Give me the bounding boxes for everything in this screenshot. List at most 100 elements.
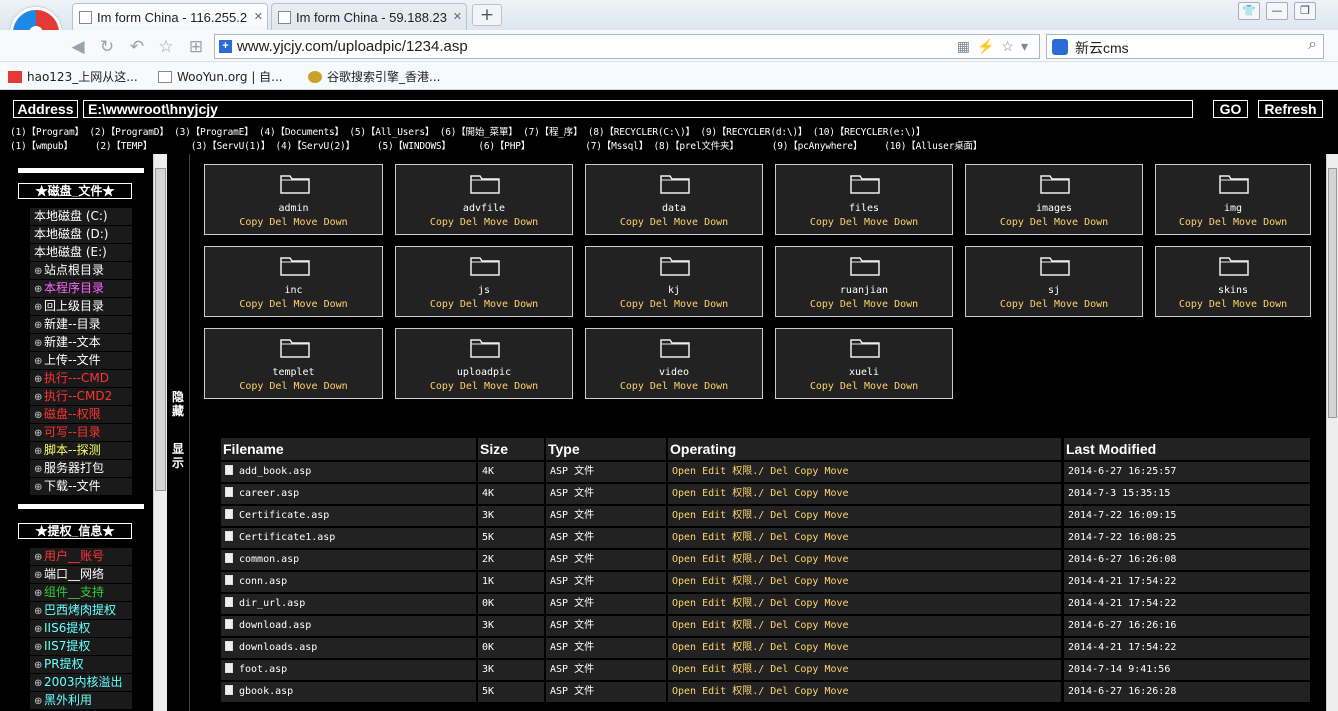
table-row[interactable]: Certificate.asp 3K ASP 文件 Open Edit 权限./ De… <box>221 506 1311 526</box>
sidebar-item[interactable]: ⊕ 用户__账号 <box>30 548 132 565</box>
sidebar-item[interactable]: ⊕ 服务器打包 <box>30 460 132 477</box>
minimize-icon[interactable]: — <box>1266 2 1288 20</box>
folder-name[interactable]: kj <box>586 285 762 296</box>
go-button[interactable]: GO <box>1213 100 1248 118</box>
folder-tile[interactable]: templet Copy Del Move Down <box>204 328 383 399</box>
file-operations[interactable]: Open Edit 权限./ Del Copy Move <box>668 616 1061 636</box>
table-row[interactable]: Certificate1.asp 5K ASP 文件 Open Edit 权限./ D… <box>221 528 1311 548</box>
table-row[interactable]: foot.asp 3K ASP 文件 Open Edit 权限./ Del Copy … <box>221 660 1311 680</box>
sidebar-item[interactable]: ⊕ 执行--CMD2 <box>30 388 132 405</box>
file-name-cell[interactable]: downloads.asp <box>221 638 476 658</box>
folder-tile[interactable]: data Copy Del Move Down <box>585 164 763 235</box>
table-row[interactable]: common.asp 2K ASP 文件 Open Edit 权限./ Del Cop… <box>221 550 1311 570</box>
file-name[interactable]: downloads.asp <box>239 642 317 653</box>
table-row[interactable]: downloads.asp 0K ASP 文件 Open Edit 权限./ Del … <box>221 638 1311 658</box>
sidebar-item[interactable]: ⊕ 脚本--探测 <box>30 442 132 459</box>
file-operations[interactable]: Open Edit 权限./ Del Copy Move <box>668 484 1061 504</box>
hide-sidebar-toggle[interactable]: 隐藏 <box>170 390 186 418</box>
sidebar-item[interactable]: ⊕ 端口__网络 <box>30 566 132 583</box>
file-name-cell[interactable]: Certificate1.asp <box>221 528 476 548</box>
folder-actions[interactable]: Copy Del Move Down <box>776 299 952 310</box>
folder-actions[interactable]: Copy Del Move Down <box>966 299 1142 310</box>
folder-tile[interactable]: advfile Copy Del Move Down <box>395 164 573 235</box>
bookmark-wooyun[interactable]: WooYun.org | 自... <box>158 68 283 85</box>
file-operations[interactable]: Open Edit 权限./ Del Copy Move <box>668 462 1061 482</box>
sidebar-item[interactable]: ⊕ 回上级目录 <box>30 298 132 315</box>
refresh-button[interactable]: Refresh <box>1258 100 1323 118</box>
table-row[interactable]: career.asp 4K ASP 文件 Open Edit 权限./ Del Cop… <box>221 484 1311 504</box>
sidebar-item[interactable]: ⊕ IIS6提权 <box>30 620 132 637</box>
file-operations[interactable]: Open Edit 权限./ Del Copy Move <box>668 660 1061 680</box>
search-box[interactable]: 新云cms ⌕ <box>1046 34 1324 59</box>
quick-links-row-2[interactable]: (1)【wmpub】 (2)【TEMP】 (3)【ServU(1)】 (4)【S… <box>10 138 982 152</box>
sidebar-item[interactable]: ⊕ 磁盘--权限 <box>30 406 132 423</box>
folder-name[interactable]: data <box>586 203 762 214</box>
folder-name[interactable]: xueli <box>776 367 952 378</box>
folder-actions[interactable]: Copy Del Move Down <box>776 381 952 392</box>
file-name[interactable]: add_book.asp <box>239 466 311 477</box>
skin-icon[interactable]: 👕 <box>1238 2 1260 20</box>
folder-actions[interactable]: Copy Del Move Down <box>1156 217 1310 228</box>
folder-name[interactable]: uploadpic <box>396 367 572 378</box>
sidebar-disk-item[interactable]: 本地磁盘 (D:) <box>30 226 132 243</box>
folder-tile[interactable]: img Copy Del Move Down <box>1155 164 1311 235</box>
scrollbar-thumb[interactable] <box>155 168 166 491</box>
sidebar-item[interactable]: ⊕ 上传--文件 <box>30 352 132 369</box>
path-input[interactable]: E:\wwwroot\hnyjcjy <box>83 100 1193 118</box>
sidebar-disk-item[interactable]: 本地磁盘 (E:) <box>30 244 132 261</box>
address-bar[interactable]: + www.yjcjy.com/uploadpic/1234.asp ▦⚡☆▾ <box>214 34 1040 59</box>
folder-name[interactable]: files <box>776 203 952 214</box>
sidebar-item[interactable]: ⊕ 站点根目录 <box>30 262 132 279</box>
new-tab-button[interactable]: + <box>472 4 502 26</box>
sidebar-item[interactable]: ⊕ 2003内核溢出 <box>30 674 132 691</box>
sidebar-item[interactable]: ⊕ 新建--文本 <box>30 334 132 351</box>
sidebar-scrollbar[interactable] <box>153 154 167 711</box>
folder-actions[interactable]: Copy Del Move Down <box>586 381 762 392</box>
folder-tile[interactable]: admin Copy Del Move Down <box>204 164 383 235</box>
folder-name[interactable]: templet <box>205 367 382 378</box>
folder-tile[interactable]: xueli Copy Del Move Down <box>775 328 953 399</box>
folder-name[interactable]: ruanjian <box>776 285 952 296</box>
sidebar-item[interactable]: ⊕ 下载--文件 <box>30 478 132 495</box>
bookmark-hao123[interactable]: hao123_上网从这... <box>8 68 138 85</box>
folder-tile[interactable]: sj Copy Del Move Down <box>965 246 1143 317</box>
folder-tile[interactable]: uploadpic Copy Del Move Down <box>395 328 573 399</box>
scrollbar-thumb[interactable] <box>1328 168 1337 418</box>
file-name[interactable]: Certificate.asp <box>239 510 329 521</box>
sidebar-item[interactable]: ⊕ 本程序目录 <box>30 280 132 297</box>
sidebar-item[interactable]: ⊕ 新建--目录 <box>30 316 132 333</box>
folder-name[interactable]: inc <box>205 285 382 296</box>
file-operations[interactable]: Open Edit 权限./ Del Copy Move <box>668 572 1061 592</box>
file-name-cell[interactable]: dir_url.asp <box>221 594 476 614</box>
folder-name[interactable]: sj <box>966 285 1142 296</box>
apps-icon[interactable]: ⊞ <box>186 37 206 57</box>
folder-name[interactable]: img <box>1156 203 1310 214</box>
folder-actions[interactable]: Copy Del Move Down <box>586 217 762 228</box>
folder-tile[interactable]: kj Copy Del Move Down <box>585 246 763 317</box>
folder-actions[interactable]: Copy Del Move Down <box>1156 299 1310 310</box>
sidebar-item[interactable]: ⊕ IIS7提权 <box>30 638 132 655</box>
file-name[interactable]: gbook.asp <box>239 686 293 697</box>
file-name-cell[interactable]: common.asp <box>221 550 476 570</box>
restore-icon[interactable]: ❐ <box>1294 2 1316 20</box>
favorite-icon[interactable]: ☆ <box>156 37 176 57</box>
folder-name[interactable]: js <box>396 285 572 296</box>
folder-actions[interactable]: Copy Del Move Down <box>586 299 762 310</box>
table-row[interactable]: conn.asp 1K ASP 文件 Open Edit 权限./ Del Copy … <box>221 572 1311 592</box>
browser-tab-2[interactable]: Im form China - 59.188.23 ✕ <box>271 3 467 30</box>
folder-actions[interactable]: Copy Del Move Down <box>776 217 952 228</box>
folder-name[interactable]: video <box>586 367 762 378</box>
folder-actions[interactable]: Copy Del Move Down <box>396 299 572 310</box>
forward-icon[interactable]: ↻ <box>97 37 117 57</box>
sidebar-item[interactable]: ⊕ 巴西烤肉提权 <box>30 602 132 619</box>
sidebar-item[interactable]: ⊕ 可写--目录 <box>30 424 132 441</box>
close-icon[interactable]: ✕ <box>254 10 263 23</box>
file-name[interactable]: Certificate1.asp <box>239 532 335 543</box>
folder-name[interactable]: admin <box>205 203 382 214</box>
folder-tile[interactable]: skins Copy Del Move Down <box>1155 246 1311 317</box>
search-icon[interactable]: ⌕ <box>1308 36 1317 54</box>
file-name-cell[interactable]: add_book.asp <box>221 462 476 482</box>
file-operations[interactable]: Open Edit 权限./ Del Copy Move <box>668 682 1061 702</box>
file-name[interactable]: conn.asp <box>239 576 287 587</box>
file-name-cell[interactable]: conn.asp <box>221 572 476 592</box>
